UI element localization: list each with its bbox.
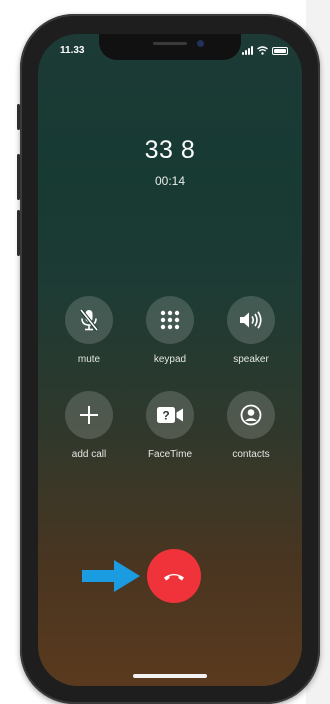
- battery-icon: [272, 47, 288, 55]
- add-call-label: add call: [71, 449, 107, 460]
- facetime-icon: ?: [157, 407, 183, 423]
- earpiece: [153, 42, 187, 45]
- status-time: 11.33: [60, 45, 85, 56]
- side-button-volume-down: [17, 210, 20, 256]
- speaker-icon: [240, 311, 262, 329]
- speaker-button-circle[interactable]: [227, 296, 275, 344]
- signal-icon: [242, 46, 253, 55]
- mute-button[interactable]: mute: [54, 296, 124, 365]
- home-indicator[interactable]: [133, 674, 207, 678]
- keypad-icon: [160, 310, 180, 330]
- mute-label: mute: [77, 354, 101, 365]
- add-call-button-circle[interactable]: [65, 391, 113, 439]
- phone-hangup-icon: [164, 574, 184, 581]
- speaker-button[interactable]: speaker: [216, 296, 286, 365]
- facetime-button[interactable]: ? FaceTime: [135, 391, 205, 460]
- status-icons: [242, 45, 288, 55]
- keypad-button-circle[interactable]: [146, 296, 194, 344]
- contacts-button[interactable]: contacts: [216, 391, 286, 460]
- notch: [99, 34, 241, 60]
- svg-text:?: ?: [162, 409, 169, 423]
- wifi-icon: [257, 46, 268, 55]
- arrow-right-icon: [82, 560, 140, 592]
- contacts-label: contacts: [232, 449, 270, 460]
- call-screen: 11.33 33 8 00:14 mute keypad speaker add…: [38, 34, 302, 686]
- caller-name: 33 8: [144, 136, 196, 164]
- keypad-button[interactable]: keypad: [135, 296, 205, 365]
- plus-icon: [80, 406, 98, 424]
- end-call-button[interactable]: [147, 549, 201, 603]
- contacts-icon: [240, 404, 262, 426]
- speaker-label: speaker: [233, 354, 269, 365]
- contacts-button-circle[interactable]: [227, 391, 275, 439]
- add-call-button[interactable]: add call: [54, 391, 124, 460]
- mic-slash-icon: [79, 308, 99, 332]
- call-duration: 00:14: [154, 174, 186, 188]
- front-camera: [197, 40, 204, 47]
- mute-button-circle[interactable]: [65, 296, 113, 344]
- facetime-label: FaceTime: [147, 449, 193, 460]
- phone-frame: 11.33 33 8 00:14 mute keypad speaker add…: [17, 14, 320, 704]
- side-button-volume-up: [17, 154, 20, 200]
- keypad-label: keypad: [153, 354, 187, 365]
- facetime-button-circle[interactable]: ?: [146, 391, 194, 439]
- side-button-silent: [17, 104, 20, 130]
